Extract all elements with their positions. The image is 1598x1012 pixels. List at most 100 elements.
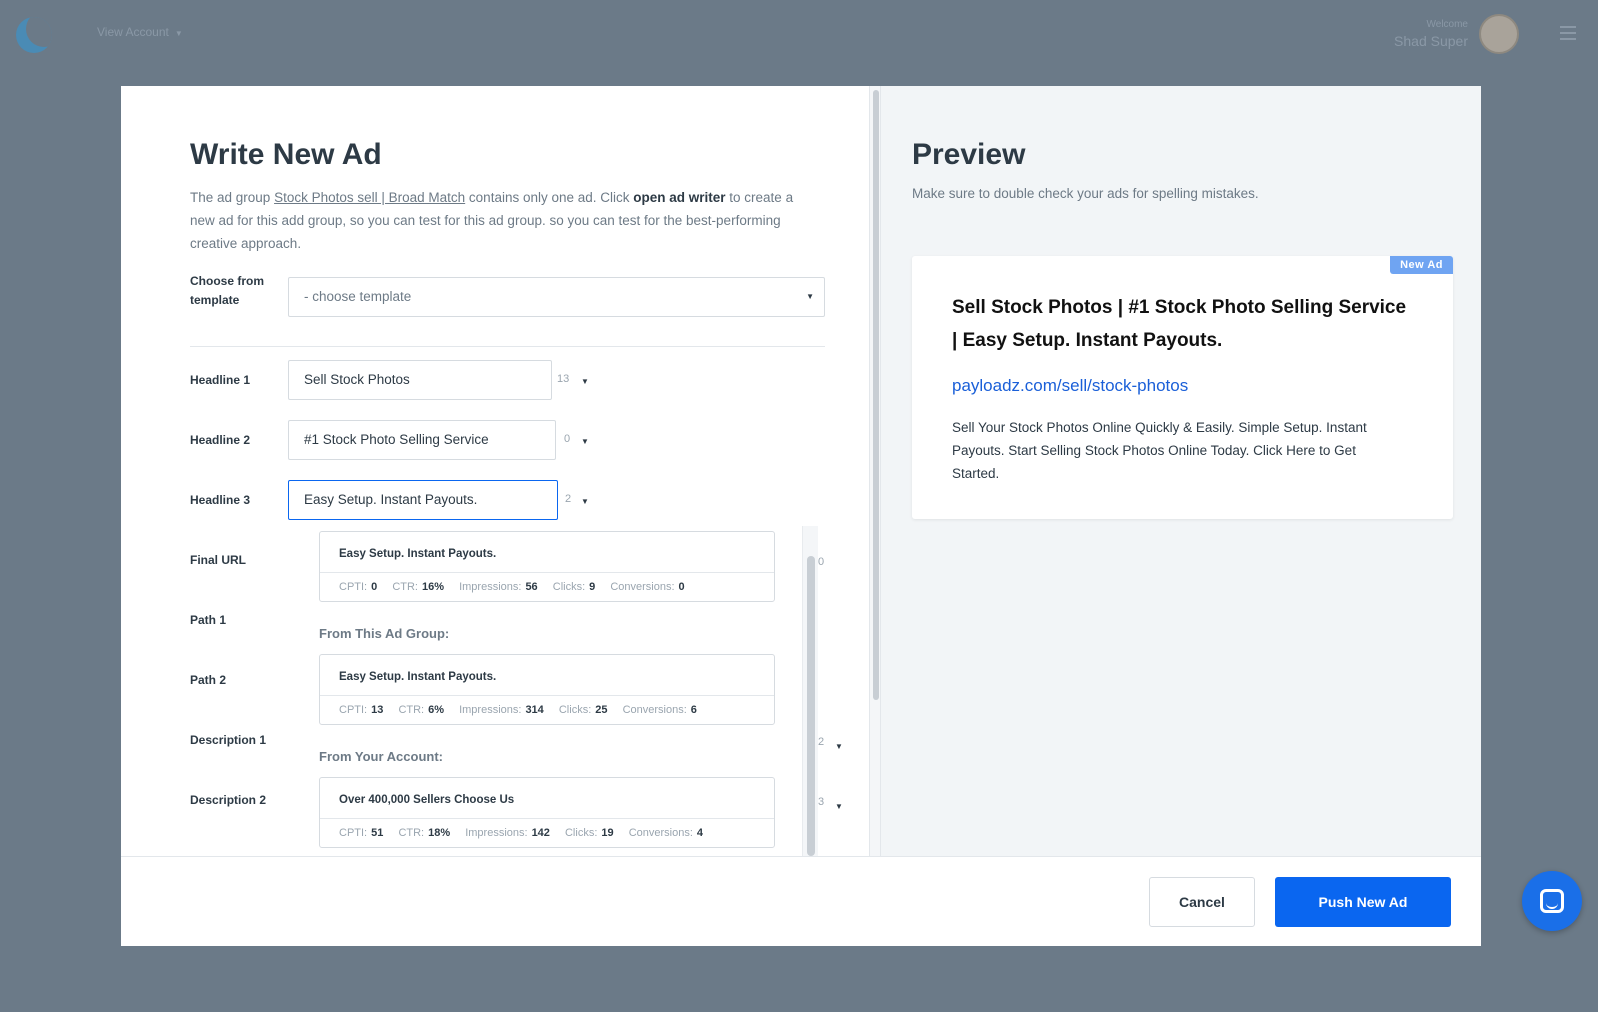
final-url-counter: 0 xyxy=(818,556,825,568)
impressions-value: 314 xyxy=(525,704,544,716)
headline2-input[interactable]: #1 Stock Photo Selling Service xyxy=(288,420,556,460)
chevron-down-icon: ▼ xyxy=(806,292,814,301)
top-bar: View Account ▼ Welcome Shad Super xyxy=(0,0,1598,70)
template-placeholder: - choose template xyxy=(304,289,412,304)
divider xyxy=(190,346,825,347)
suggestion-card-current[interactable]: Easy Setup. Instant Payouts. CPTI: 0 CTR:… xyxy=(319,531,775,602)
suggestion-title: Easy Setup. Instant Payouts. xyxy=(320,655,774,696)
headline2-label: Headline 2 xyxy=(190,433,251,447)
ad-headline: Sell Stock Photos | #1 Stock Photo Selli… xyxy=(952,297,1407,351)
view-account-label: View Account xyxy=(97,25,169,39)
impressions-value: 142 xyxy=(531,827,550,839)
conversions-value: 6 xyxy=(690,704,697,716)
ad-description: Sell Your Stock Photos Online Quickly & … xyxy=(952,420,1367,481)
preview-pane: Preview Make sure to double check your a… xyxy=(881,86,1481,856)
scrollbar-thumb[interactable] xyxy=(873,90,879,700)
headline1-counter: 13 xyxy=(557,373,570,385)
description1-counter: 2 xyxy=(818,736,825,748)
preview-title: Preview xyxy=(912,138,1026,171)
avatar[interactable] xyxy=(1479,14,1519,54)
user-name: Shad Super xyxy=(1394,33,1468,49)
modal-footer: Cancel Push New Ad xyxy=(121,856,1481,946)
headline3-counter: 2 xyxy=(565,493,572,505)
description1-label: Description 1 xyxy=(190,733,267,747)
impressions-label: Impressions: xyxy=(459,704,522,716)
suggestions-scrollbar[interactable] xyxy=(802,526,818,856)
description2-counter: 3 xyxy=(818,796,825,808)
ctr-value: 6% xyxy=(428,704,445,716)
chevron-down-icon[interactable]: ▼ xyxy=(581,497,589,506)
cpti-value: 13 xyxy=(371,704,384,716)
conversions-value: 4 xyxy=(696,827,704,839)
chevron-down-icon[interactable]: ▼ xyxy=(835,742,843,751)
cpti-value: 0 xyxy=(371,581,378,593)
suggestion-title: Easy Setup. Instant Payouts. xyxy=(320,532,774,573)
new-ad-badge: New Ad xyxy=(1390,256,1453,274)
intro-prefix: The ad group xyxy=(190,190,275,205)
clicks-label: Clicks: xyxy=(558,704,592,716)
preview-subtitle: Make sure to double check your ads for s… xyxy=(912,186,1259,201)
suggestion-stats: CPTI: 13 CTR: 6% Impressions: 314 Clicks: 25… xyxy=(320,696,774,724)
template-select[interactable]: - choose template ▼ xyxy=(288,277,825,317)
headline1-input[interactable]: Sell Stock Photos xyxy=(288,360,552,400)
clicks-value: 9 xyxy=(589,581,596,593)
form-scrollbar[interactable] xyxy=(869,86,881,856)
clicks-value: 19 xyxy=(601,827,614,839)
ctr-value: 16% xyxy=(421,581,445,593)
conversions-label: Conversions: xyxy=(628,827,693,839)
headline1-label: Headline 1 xyxy=(190,373,251,387)
impressions-value: 56 xyxy=(525,581,538,593)
suggestion-card-account[interactable]: Over 400,000 Sellers Choose Us CPTI: 51 C… xyxy=(319,777,775,848)
intro-bold: open ad writer xyxy=(633,190,726,205)
chat-icon[interactable] xyxy=(1522,871,1582,931)
headline2-counter: 0 xyxy=(564,433,571,445)
cpti-value: 51 xyxy=(371,827,384,839)
suggestion-stats: CPTI: 0 CTR: 16% Impressions: 56 Clicks: 9 C… xyxy=(320,573,774,601)
form-intro: The ad group Stock Photos sell | Broad M… xyxy=(190,186,820,255)
suggestion-stats: CPTI: 51 CTR: 18% Impressions: 142 Clicks: 1… xyxy=(320,819,774,847)
cpti-label: CPTI: xyxy=(339,827,368,839)
form-title: Write New Ad xyxy=(190,138,382,171)
clicks-label: Clicks: xyxy=(552,581,586,593)
welcome-label: Welcome xyxy=(1426,19,1469,30)
cancel-button[interactable]: Cancel xyxy=(1149,877,1255,927)
scrollbar-thumb[interactable] xyxy=(807,556,815,856)
impressions-label: Impressions: xyxy=(465,827,528,839)
headline3-label: Headline 3 xyxy=(190,493,251,507)
conversions-label: Conversions: xyxy=(610,581,675,593)
view-account-dropdown[interactable]: View Account ▼ xyxy=(97,25,183,39)
ad-preview-card: New Ad Sell Stock Photos | #1 Stock Phot… xyxy=(912,256,1453,519)
ad-group-link[interactable]: Stock Photos sell | Broad Match xyxy=(274,190,465,205)
ctr-label: CTR: xyxy=(398,827,425,839)
impressions-label: Impressions: xyxy=(459,581,522,593)
conversions-value: 0 xyxy=(678,581,685,593)
chevron-down-icon[interactable]: ▼ xyxy=(835,802,843,811)
ctr-label: CTR: xyxy=(392,581,418,593)
ctr-label: CTR: xyxy=(398,704,425,716)
headline-suggestions-dropdown: Easy Setup. Instant Payouts. CPTI: 0 CTR:… xyxy=(288,526,818,856)
logo-icon[interactable] xyxy=(16,17,52,53)
path2-label: Path 2 xyxy=(190,673,227,687)
final-url-label: Final URL xyxy=(190,553,246,567)
chevron-down-icon: ▼ xyxy=(174,29,183,38)
ctr-value: 18% xyxy=(428,827,451,839)
ad-form-pane: Write New Ad The ad group Stock Photos s… xyxy=(121,86,869,856)
headline3-input[interactable]: Easy Setup. Instant Payouts. xyxy=(288,480,558,520)
path1-label: Path 1 xyxy=(190,613,227,627)
description2-label: Description 2 xyxy=(190,793,267,807)
intro-mid: contains only one ad. Click xyxy=(465,190,634,205)
chevron-down-icon[interactable]: ▼ xyxy=(581,377,589,386)
group-label-account: From Your Account: xyxy=(319,749,443,764)
clicks-label: Clicks: xyxy=(564,827,598,839)
ad-url[interactable]: payloadz.com/sell/stock-photos xyxy=(952,376,1188,396)
template-label: Choose from template xyxy=(190,274,265,307)
suggestion-card-ad-group[interactable]: Easy Setup. Instant Payouts. CPTI: 13 CTR… xyxy=(319,654,775,725)
suggestion-title: Over 400,000 Sellers Choose Us xyxy=(320,778,774,819)
group-label-ad-group: From This Ad Group: xyxy=(319,626,450,641)
clicks-value: 25 xyxy=(595,704,608,716)
chevron-down-icon[interactable]: ▼ xyxy=(581,437,589,446)
chat-glyph xyxy=(1540,889,1564,913)
menu-icon[interactable] xyxy=(1560,26,1576,44)
push-new-ad-button[interactable]: Push New Ad xyxy=(1275,877,1451,927)
cpti-label: CPTI: xyxy=(339,704,368,716)
